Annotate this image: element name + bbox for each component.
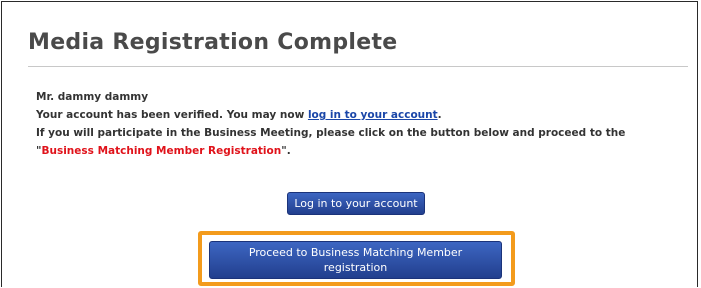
title-divider [28,66,688,67]
proceed-business-matching-button[interactable]: Proceed to Business Matching Member regi… [209,241,502,279]
verified-line: Your account has been verified. You may … [36,106,676,124]
registration-line: "Business Matching Member Registration". [36,142,676,160]
participate-line: If you will participate in the Business … [36,127,626,139]
message-block: Mr. dammy dammy Your account has been ve… [36,88,676,160]
registration-highlight: Business Matching Member Registration [41,145,282,157]
page-title: Media Registration Complete [28,30,398,55]
quote-close: ". [281,145,291,157]
verified-suffix: . [437,109,442,121]
greeting-text: Mr. dammy dammy [36,91,149,103]
login-button[interactable]: Log in to your account [287,192,425,215]
login-link[interactable]: log in to your account [308,109,438,121]
verified-prefix: Your account has been verified. You may … [36,109,308,121]
